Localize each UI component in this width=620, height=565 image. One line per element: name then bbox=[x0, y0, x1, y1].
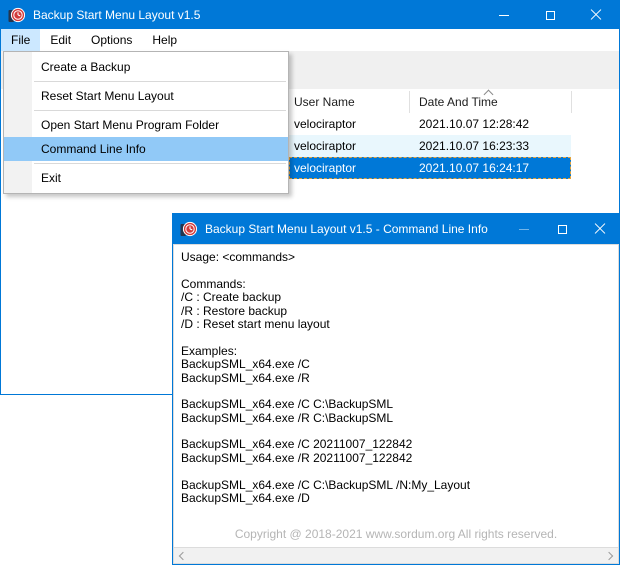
example-line: BackupSML_x64.exe /C C:\BackupSML /N:My_… bbox=[181, 477, 471, 492]
example-line: BackupSML_x64.exe /C bbox=[181, 357, 310, 372]
menubar: File Edit Options Help bbox=[1, 29, 619, 51]
minimize-icon bbox=[499, 14, 509, 16]
table-row[interactable]: velociraptor 2021.10.07 16:23:33 bbox=[289, 135, 571, 157]
copyright-text: Copyright @ 2018-2021 www.sordum.org All… bbox=[234, 527, 558, 541]
menu-item-exit[interactable]: Exit bbox=[4, 166, 288, 190]
dialog-titlebar: Backup Start Menu Layout v1.5 - Command … bbox=[173, 214, 619, 244]
cell-user-name: velociraptor bbox=[294, 161, 357, 175]
command-restore: /R : Restore backup bbox=[181, 303, 288, 318]
app-icon bbox=[8, 7, 25, 24]
minimize-button-disabled bbox=[505, 214, 543, 244]
close-icon bbox=[594, 223, 606, 235]
cell-user-name: velociraptor bbox=[294, 139, 357, 153]
usage-text: Usage: <commands> Commands: /C : Create … bbox=[174, 245, 618, 505]
scroll-right-button[interactable] bbox=[602, 548, 618, 563]
minimize-icon bbox=[519, 228, 529, 230]
cell-user-name: velociraptor bbox=[294, 117, 357, 131]
example-line: BackupSML_x64.exe /C C:\BackupSML bbox=[181, 397, 394, 412]
menu-separator bbox=[34, 81, 286, 82]
menu-item-reset-start-menu-layout[interactable]: Reset Start Menu Layout bbox=[4, 84, 288, 108]
maximize-button[interactable] bbox=[543, 214, 581, 244]
dialog-title: Backup Start Menu Layout v1.5 - Command … bbox=[205, 222, 488, 236]
examples-heading: Examples: bbox=[181, 343, 238, 358]
example-line: BackupSML_x64.exe /C 20211007_122842 bbox=[181, 437, 413, 452]
minimize-button[interactable] bbox=[481, 1, 527, 29]
menu-file[interactable]: File bbox=[1, 29, 41, 51]
app-icon bbox=[180, 221, 197, 238]
chevron-right-icon bbox=[604, 551, 614, 560]
table-row-selected[interactable]: velociraptor 2021.10.07 16:24:17 bbox=[289, 157, 571, 179]
main-titlebar: Backup Start Menu Layout v1.5 bbox=[1, 1, 619, 29]
cell-date-time: 2021.10.07 16:24:17 bbox=[419, 161, 530, 175]
cell-date-time: 2021.10.07 16:23:33 bbox=[419, 139, 530, 153]
menu-item-create-a-backup[interactable]: Create a Backup bbox=[4, 55, 288, 79]
column-divider bbox=[571, 91, 572, 113]
horizontal-scrollbar[interactable] bbox=[174, 547, 618, 563]
maximize-icon bbox=[557, 224, 567, 234]
chevron-left-icon bbox=[178, 551, 188, 560]
menu-separator bbox=[34, 163, 286, 164]
maximize-button[interactable] bbox=[527, 1, 573, 29]
menu-separator bbox=[34, 110, 286, 111]
menu-item-command-line-info[interactable]: Command Line Info bbox=[4, 137, 288, 161]
example-line: BackupSML_x64.exe /R C:\BackupSML bbox=[181, 410, 394, 425]
cell-date-time: 2021.10.07 12:28:42 bbox=[419, 117, 530, 131]
close-button[interactable] bbox=[581, 214, 619, 244]
command-create: /C : Create backup bbox=[181, 290, 282, 305]
commands-heading: Commands: bbox=[181, 276, 246, 291]
file-menu-dropdown: Create a Backup Reset Start Menu Layout … bbox=[3, 51, 289, 194]
menu-item-open-start-menu-program-folder[interactable]: Open Start Menu Program Folder bbox=[4, 113, 288, 137]
maximize-icon bbox=[545, 10, 555, 20]
scroll-left-button[interactable] bbox=[174, 548, 190, 563]
command-line-info-window: Backup Start Menu Layout v1.5 - Command … bbox=[172, 213, 620, 565]
example-line: BackupSML_x64.exe /R bbox=[181, 370, 310, 385]
usage-line: Usage: <commands> bbox=[181, 250, 296, 264]
command-line-info-panel: Usage: <commands> Commands: /C : Create … bbox=[173, 244, 619, 564]
table-row[interactable]: velociraptor 2021.10.07 12:28:42 bbox=[289, 113, 571, 135]
column-header-user-name[interactable]: User Name bbox=[294, 91, 355, 113]
main-window-title: Backup Start Menu Layout v1.5 bbox=[33, 8, 201, 22]
command-reset: /D : Reset start menu layout bbox=[181, 316, 330, 331]
example-line: BackupSML_x64.exe /R 20211007_122842 bbox=[181, 450, 413, 465]
menu-help[interactable]: Help bbox=[142, 29, 187, 51]
column-divider bbox=[409, 91, 410, 113]
menu-options[interactable]: Options bbox=[81, 29, 142, 51]
close-icon bbox=[590, 9, 602, 21]
close-button[interactable] bbox=[573, 1, 619, 29]
menu-edit[interactable]: Edit bbox=[40, 29, 81, 51]
example-line: BackupSML_x64.exe /D bbox=[181, 491, 310, 506]
